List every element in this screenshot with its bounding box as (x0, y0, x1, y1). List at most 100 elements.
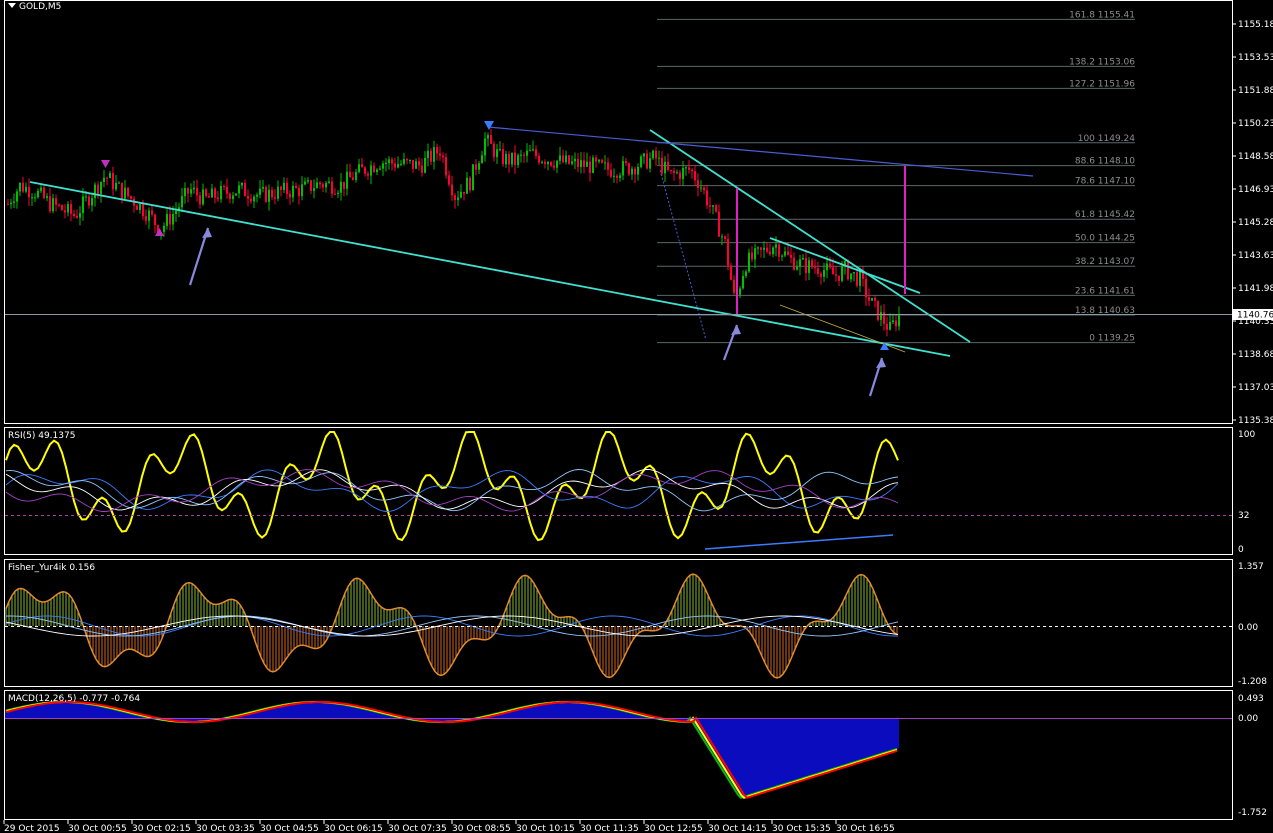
candle-body (637, 166, 639, 175)
price-axis-label: 1135.38 (1238, 416, 1273, 426)
candle-body (814, 267, 816, 269)
candle-body (37, 190, 39, 198)
candle-body (406, 158, 408, 161)
candle-body (775, 244, 777, 248)
candle-body (214, 188, 216, 198)
candle-body (628, 163, 630, 175)
candle-body (691, 169, 693, 172)
candle-body (724, 236, 726, 239)
candle-body (196, 187, 198, 196)
candle-body (715, 205, 717, 212)
candle-body (883, 312, 885, 324)
candle-body (61, 205, 63, 211)
time-axis-label: 30 Oct 06:15 (324, 824, 383, 833)
fisher-indicator (5, 573, 899, 679)
candle-body (127, 187, 129, 197)
candle-body (382, 163, 384, 169)
fib-level-label: 38.2 1143.07 (1075, 257, 1135, 267)
candle-body (343, 181, 345, 189)
candle-body (496, 149, 498, 158)
candle-body (295, 185, 297, 189)
rsi-axis-min: 0 (1238, 545, 1244, 555)
candle-body (220, 186, 222, 200)
price-axis-label: 1148.58 (1238, 152, 1273, 162)
candle-body (238, 185, 240, 194)
candle-body (625, 161, 627, 164)
candle-body (772, 247, 774, 255)
candle-body (790, 254, 792, 258)
candle-body (547, 161, 549, 165)
chevron-down-icon[interactable] (8, 3, 16, 8)
fib-level-label: 100 1149.24 (1078, 134, 1136, 144)
candle-body (493, 143, 495, 158)
candle-body (58, 204, 60, 206)
fisher-axis-min: -1.208 (1238, 677, 1267, 687)
candle-body (229, 193, 231, 200)
time-axis-label: 30 Oct 04:55 (260, 824, 319, 833)
candle-body (643, 153, 645, 157)
candle-body (91, 198, 93, 206)
candle-body (208, 196, 210, 198)
candle-body (577, 158, 579, 168)
price-axis-label: 1151.88 (1238, 86, 1273, 96)
candle-body (787, 251, 789, 255)
candle-body (760, 247, 762, 250)
candle-body (139, 204, 141, 211)
candle-body (451, 184, 453, 196)
candle-body (313, 188, 315, 191)
candle-body (73, 213, 75, 217)
candle-body (472, 164, 474, 191)
candle-body (460, 191, 462, 198)
candle-body (55, 198, 57, 205)
candle-body (34, 197, 36, 199)
candle-body (751, 252, 753, 260)
upper-channel-line (487, 126, 1034, 177)
rsi-axis-level: 32 (1238, 511, 1249, 521)
macd-axis-max: 0.493 (1238, 694, 1264, 704)
candle-body (286, 182, 288, 194)
fisher-axis-max: 1.357 (1238, 562, 1264, 572)
candle-body (781, 255, 783, 257)
candle-body (253, 196, 255, 202)
candle-body (712, 205, 714, 207)
drawing-objects[interactable] (29, 121, 1034, 397)
candle-body (469, 177, 471, 191)
candle-body (307, 180, 309, 182)
time-axis-label: 30 Oct 12:55 (644, 824, 703, 833)
candle-body (748, 252, 750, 272)
candle-body (433, 147, 435, 162)
candle-body (580, 160, 582, 168)
candle-body (235, 193, 237, 196)
candle-body (484, 138, 486, 156)
price-axis-label: 1153.53 (1238, 53, 1273, 63)
candle-body (640, 156, 642, 167)
candle-body (613, 175, 615, 177)
candle-body (154, 214, 156, 226)
candle-body (202, 189, 204, 205)
candle-body (415, 161, 417, 169)
candle-body (802, 257, 804, 260)
candle-body (838, 275, 840, 281)
candle-body (820, 273, 822, 277)
candle-body (592, 157, 594, 173)
candle-body (448, 175, 450, 185)
candle-body (367, 173, 369, 176)
candle-body (115, 182, 117, 190)
candle-body (49, 196, 51, 212)
candle-body (376, 169, 378, 172)
trading-chart[interactable]: 161.8 1155.41 138.2 1153.06 127.2 1151.96 1… (0, 0, 1273, 833)
candle-body (355, 172, 357, 180)
candle-body (880, 312, 882, 320)
candle-body (103, 177, 105, 182)
candle-body (64, 210, 66, 213)
candle-body (859, 270, 861, 286)
candle-body (607, 162, 609, 170)
candle-body (322, 184, 324, 188)
candle-body (679, 172, 681, 180)
candle-body (502, 149, 504, 165)
candle-body (727, 238, 729, 266)
time-axis-label: 30 Oct 02:15 (132, 824, 191, 833)
candle-body (574, 158, 576, 162)
candle-body (655, 150, 657, 159)
candle-body (241, 182, 243, 186)
